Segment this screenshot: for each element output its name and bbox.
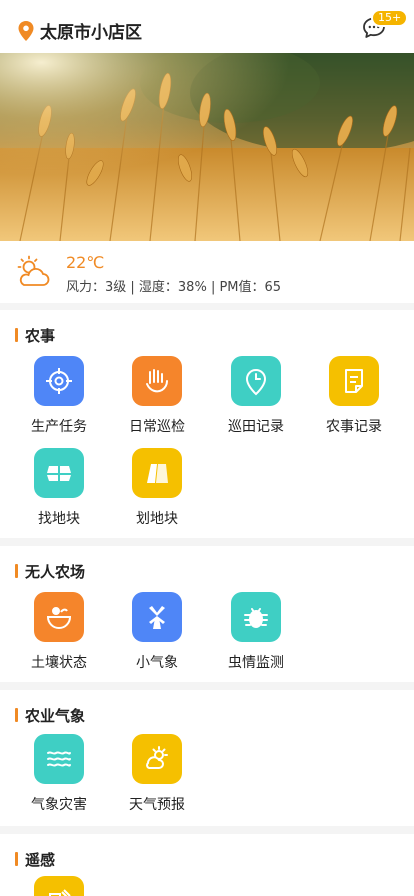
bug-icon [244, 608, 268, 628]
micro-weather-tile [132, 592, 182, 642]
item-label: 划地块 [136, 511, 178, 527]
location-pin-icon [18, 20, 34, 41]
section-title: 农业气象 [15, 705, 85, 726]
section-remote-sensing: 遥感 [0, 834, 414, 896]
farming-record-tile [329, 356, 379, 406]
item-find-plot[interactable]: 找地块 [10, 448, 108, 528]
daily-inspection-tile [132, 356, 182, 406]
item-label: 虫情监测 [228, 655, 284, 671]
sun-cloud-icon [146, 746, 168, 769]
production-task-tile [34, 356, 84, 406]
weather-disaster-tile [34, 734, 84, 784]
weather-detail-text: 风力：3级 | 湿度：38% | PM值：65 [66, 280, 282, 295]
sun-cloud-icon [17, 255, 50, 286]
section-unmanned-farm: 无人农场 土壤状态 小气象 虫情监测 [0, 546, 414, 682]
section-title: 遥感 [15, 849, 55, 870]
top-bar: 太原市小店区 15+ [0, 0, 414, 53]
location-label: 太原市小店区 [40, 23, 142, 43]
field-patrol-tile [231, 356, 281, 406]
item-soil-status[interactable]: 土壤状态 [10, 592, 108, 672]
soil-icon [46, 607, 72, 629]
remote-sensing-tile [34, 876, 84, 896]
item-field-patrol-record[interactable]: 巡田记录 [207, 356, 305, 436]
hand-icon [146, 369, 168, 393]
item-pest-monitoring[interactable]: 虫情监测 [207, 592, 305, 672]
item-draw-plot[interactable]: 划地块 [108, 448, 206, 528]
target-icon [46, 368, 72, 394]
item-label: 农事记录 [326, 419, 382, 435]
section-title: 无人农场 [15, 561, 85, 582]
document-icon [345, 369, 363, 393]
item-production-task[interactable]: 生产任务 [10, 356, 108, 436]
item-label: 土壤状态 [31, 655, 87, 671]
item-weather-disaster[interactable]: 气象灾害 [10, 734, 108, 814]
item-label: 生产任务 [31, 419, 87, 435]
find-plot-tile [34, 448, 84, 498]
windmill-icon [149, 606, 165, 629]
item-label: 日常巡检 [129, 419, 185, 435]
draw-plot-tile [132, 448, 182, 498]
waves-icon [47, 751, 71, 767]
item-label: 气象灾害 [31, 797, 87, 813]
section-farming: 农事 生产任务 日常巡检 巡田记录 农事记录 找地块 划地块 [0, 310, 414, 538]
pest-monitoring-tile [231, 592, 281, 642]
item-label: 小气象 [136, 655, 178, 671]
weather-card[interactable]: 22℃ 风力：3级 | 湿度：38% | PM值：65 [0, 241, 414, 303]
item-daily-inspection[interactable]: 日常巡检 [108, 356, 206, 436]
clock-pin-icon [245, 369, 267, 396]
item-label: 找地块 [38, 511, 80, 527]
map-draw-icon [147, 464, 168, 483]
section-title: 农事 [15, 325, 55, 346]
item-micro-weather[interactable]: 小气象 [108, 592, 206, 672]
location-selector[interactable]: 太原市小店区 [18, 18, 142, 43]
soil-status-tile [34, 592, 84, 642]
message-count-badge: 15+ [371, 9, 409, 27]
land-plot-icon [47, 466, 71, 481]
weather-forecast-tile [132, 734, 182, 784]
item-weather-forecast[interactable]: 天气预报 [108, 734, 206, 814]
temperature-value: 22℃ [66, 253, 105, 272]
item-label: 巡田记录 [228, 419, 284, 435]
item-farming-record[interactable]: 农事记录 [305, 356, 403, 436]
section-agri-weather: 农业气象 气象灾害 天气预报 [0, 690, 414, 826]
remote-sensing-icon [49, 889, 71, 896]
item-label: 天气预报 [129, 797, 185, 813]
wheat-banner-image [0, 53, 414, 241]
item-remote-sensing[interactable] [10, 876, 108, 896]
